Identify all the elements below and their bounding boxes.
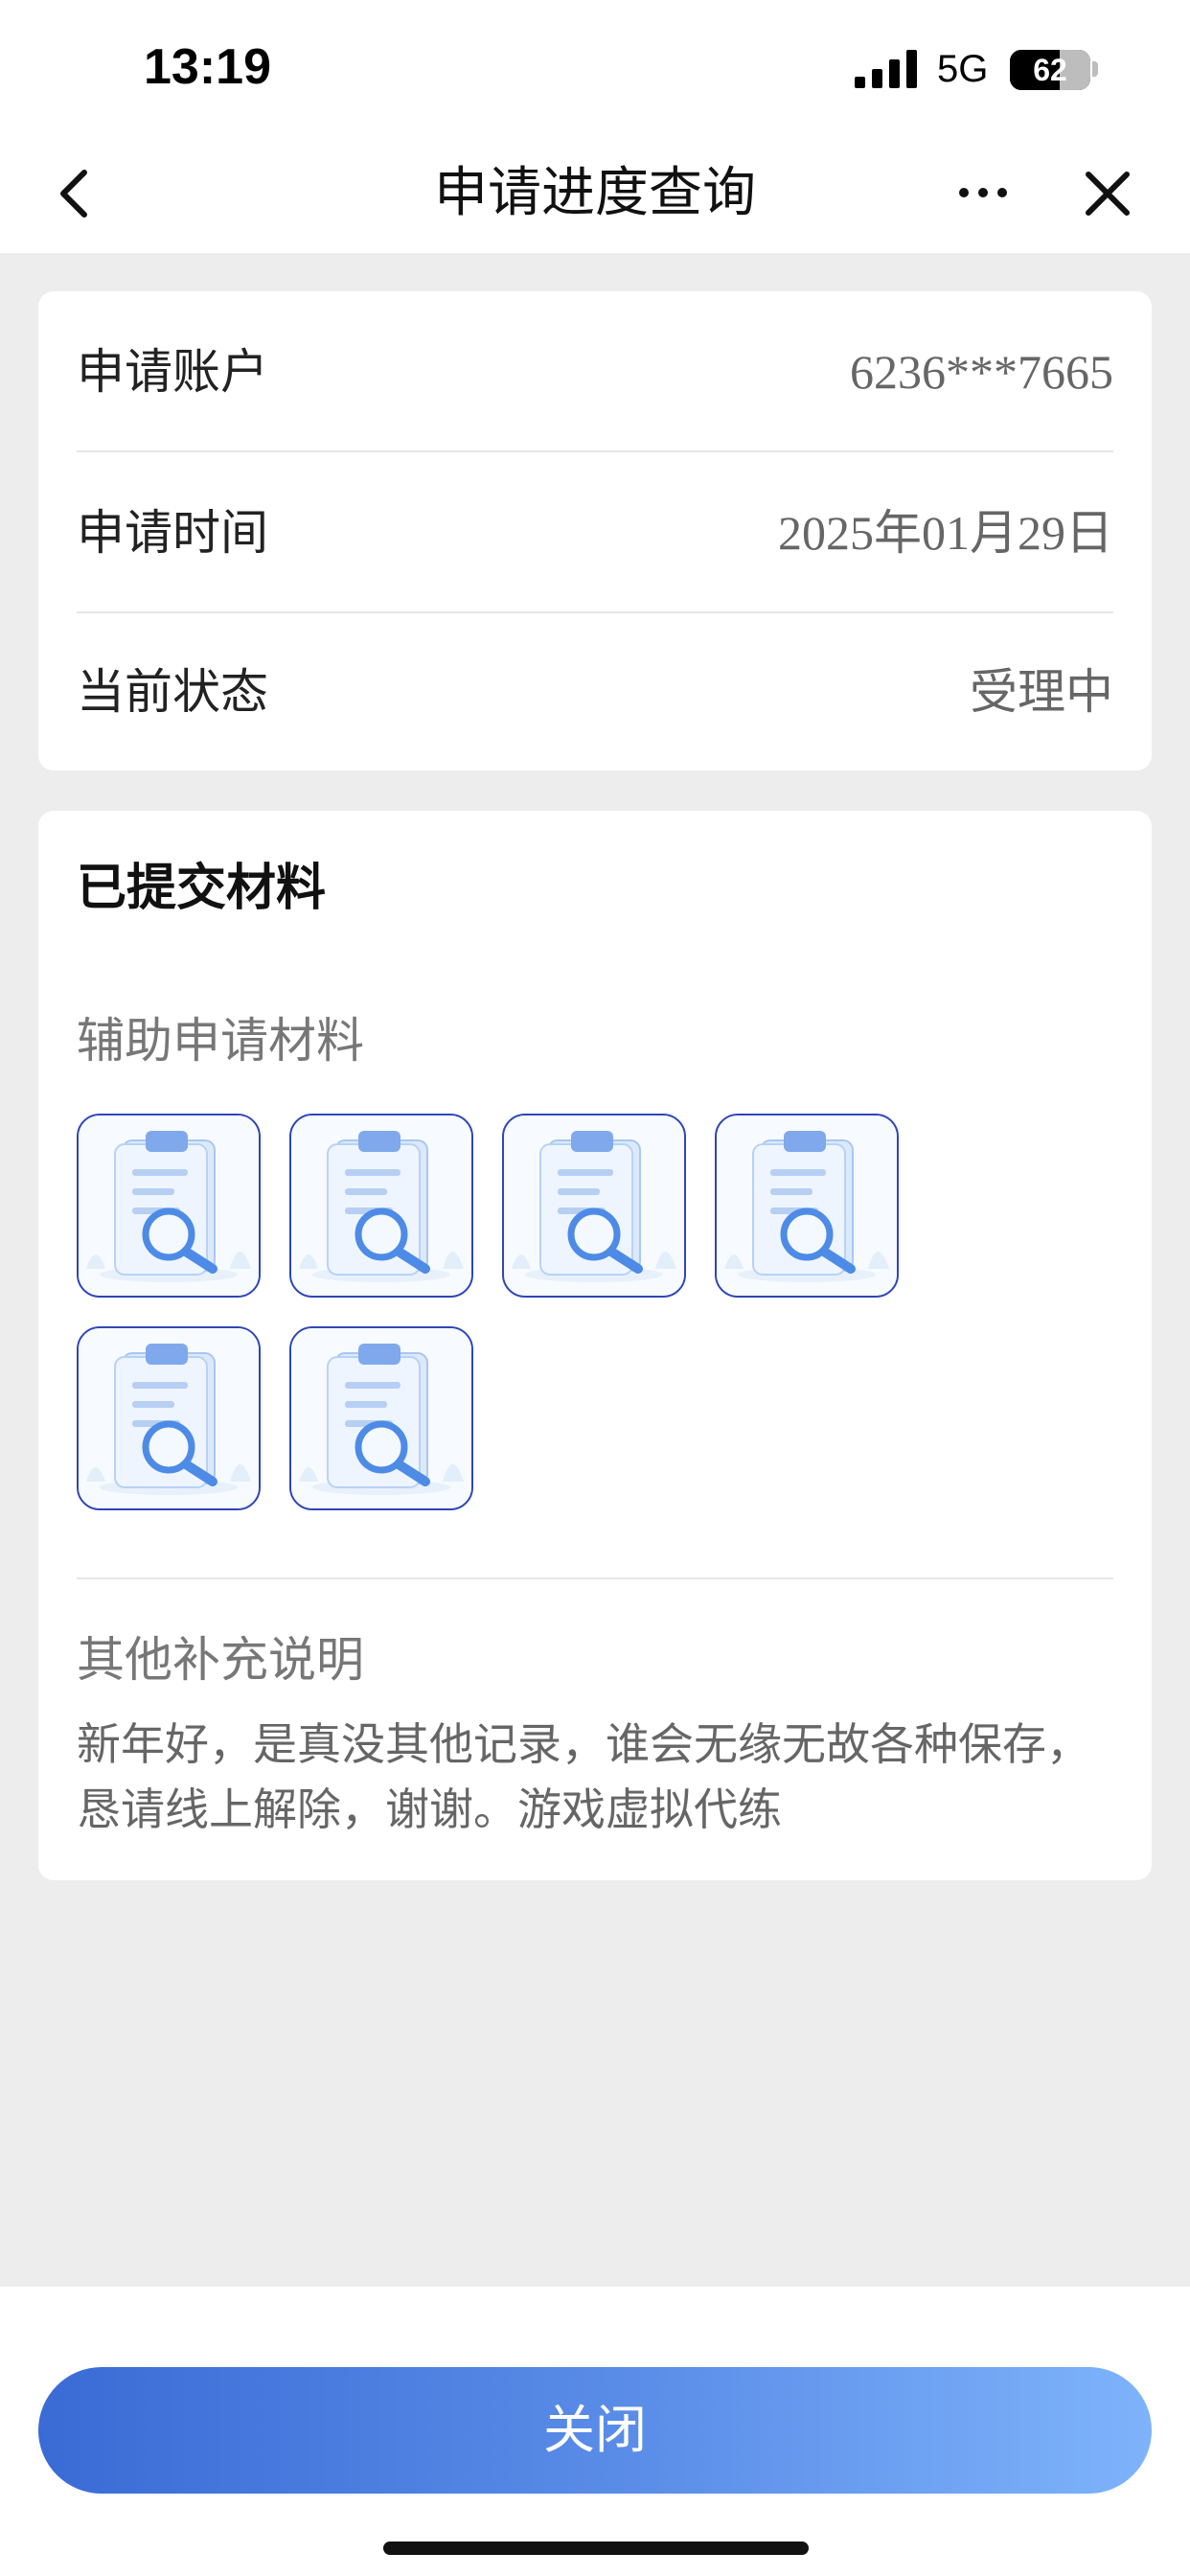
status-bar: 13:19 5G 62 [0, 0, 1190, 134]
more-icon[interactable] [954, 169, 1012, 217]
status-time: 13:19 [144, 39, 271, 95]
materials-card: 已提交材料 辅助申请材料 其他补充说明 新年好，是真没其他记录，谁会无缘无故各种… [38, 811, 1152, 1880]
content-area: 申请账户 6236***7665 申请时间 2025年01月29日 当前状态 受… [0, 253, 1190, 2287]
note-title: 其他补充说明 [77, 1632, 364, 1688]
materials-title: 已提交材料 [77, 860, 327, 917]
close-icon[interactable] [1079, 165, 1136, 222]
account-label: 申请账户 [77, 344, 268, 400]
material-thumbnail[interactable] [502, 1114, 686, 1298]
material-thumbnail[interactable] [289, 1326, 473, 1510]
material-thumbnail[interactable] [715, 1114, 899, 1298]
battery-percent: 62 [1033, 53, 1067, 87]
battery-tip [1092, 61, 1098, 77]
bottom-bar: 关闭 [0, 2287, 1190, 2576]
info-row-account: 申请账户 6236***7665 [77, 291, 1113, 452]
status-label: 当前状态 [77, 664, 268, 720]
document-search-icon [79, 1116, 259, 1296]
time-label: 申请时间 [77, 505, 268, 561]
document-search-icon [291, 1328, 471, 1508]
account-value: 6236***7665 [850, 345, 1113, 399]
network-type: 5G [937, 48, 989, 90]
document-search-icon [717, 1116, 897, 1296]
info-row-status: 当前状态 受理中 [77, 611, 1113, 772]
status-value: 受理中 [970, 665, 1113, 719]
close-button[interactable]: 关闭 [38, 2367, 1152, 2494]
battery-icon: 62 [1010, 50, 1090, 90]
nav-bar: 申请进度查询 [0, 134, 1190, 253]
back-chevron-icon[interactable] [46, 163, 103, 224]
time-value: 2025年01月29日 [778, 506, 1113, 560]
materials-subtitle: 辅助申请材料 [77, 1013, 364, 1069]
signal-icon [855, 50, 917, 88]
document-search-icon [504, 1116, 684, 1296]
application-info-card: 申请账户 6236***7665 申请时间 2025年01月29日 当前状态 受… [38, 291, 1152, 770]
home-indicator [383, 2542, 809, 2555]
divider [77, 1577, 1113, 1579]
document-search-icon [79, 1328, 259, 1508]
note-text: 新年好，是真没其他记录，谁会无缘无故各种保存，恳请线上解除，谢谢。游戏虚拟代练 [77, 1718, 1090, 1835]
document-search-icon [291, 1116, 471, 1296]
material-thumbnail[interactable] [77, 1114, 261, 1298]
material-thumbnail[interactable] [289, 1114, 473, 1298]
info-row-time: 申请时间 2025年01月29日 [77, 452, 1113, 613]
material-thumbnail[interactable] [77, 1326, 261, 1510]
